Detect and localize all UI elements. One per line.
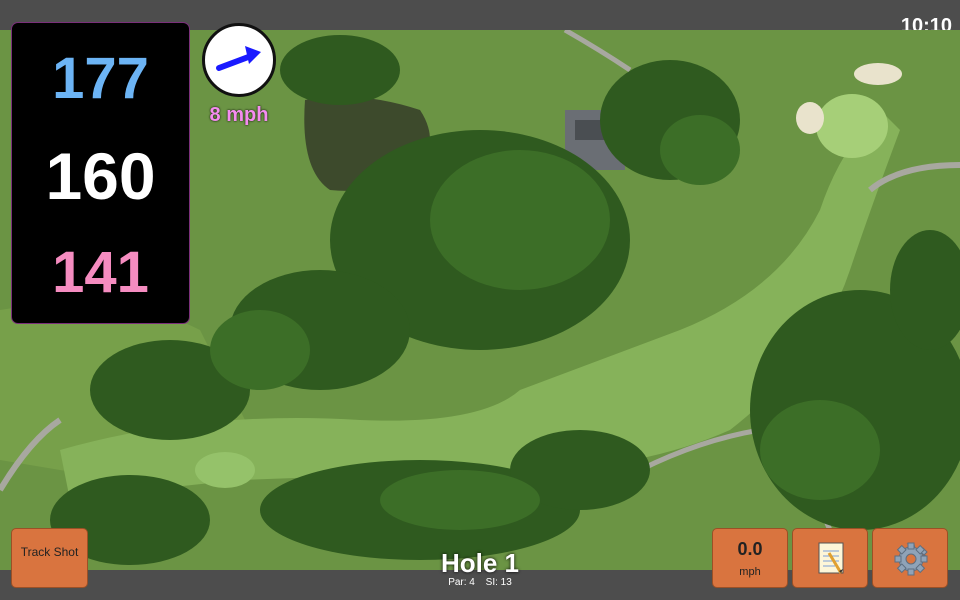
middle-yardage: 160 <box>45 139 156 213</box>
swing-speed-value: 0.0 <box>737 539 763 559</box>
back-yardage: 177 <box>52 46 149 111</box>
hole-par: Par: 4 <box>448 577 475 588</box>
wind-arrow-icon <box>216 46 261 71</box>
gear-icon <box>894 542 928 576</box>
hole-stroke-index: SI: 13 <box>485 577 512 588</box>
settings-button[interactable] <box>872 528 948 588</box>
hole-title: Hole 1 <box>440 548 520 578</box>
swing-speed-unit: mph <box>739 566 761 578</box>
track-shot-button[interactable]: Track Shot <box>11 528 88 588</box>
notepad-icon <box>818 542 844 574</box>
wind-indicator <box>202 23 276 97</box>
front-yardage: 141 <box>52 240 149 305</box>
hole-info: Par: 4 SI: 13 <box>400 577 560 588</box>
wind-speed: 8 mph <box>209 104 269 126</box>
swing-speed-button[interactable]: 0.0 mph <box>712 528 788 588</box>
notes-button[interactable] <box>792 528 868 588</box>
yardage-panel: 177 160 141 <box>11 22 190 324</box>
